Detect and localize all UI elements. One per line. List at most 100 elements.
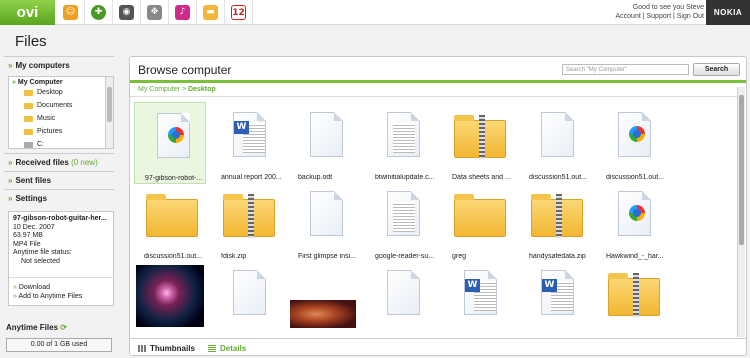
file-tile[interactable]	[596, 260, 668, 337]
breadcrumb: My Computer > Desktop	[138, 86, 216, 93]
files-icon[interactable]: ▬	[197, 0, 225, 25]
detail-status-value: Not selected	[21, 257, 60, 265]
download-link[interactable]: Download	[13, 284, 82, 293]
detail-filename: 97-gibson-robot-guitar-her...	[13, 215, 107, 222]
grid-scrollbar[interactable]	[737, 87, 745, 337]
zip-folder-icon	[608, 273, 660, 317]
details-view-button[interactable]: Details	[208, 344, 246, 353]
ovi-logo[interactable]: ovi	[0, 0, 55, 25]
folder-icon	[24, 115, 33, 122]
panel-title: Browse computer	[138, 63, 232, 77]
file-tile[interactable]: Hawkwind_-_har...	[596, 181, 668, 263]
browse-panel: Browse computer Search "My Computer" Sea…	[129, 56, 747, 356]
file-tile[interactable]: W	[442, 260, 514, 337]
file-tile[interactable]: Wannual report 200...	[211, 102, 283, 184]
search-button[interactable]: Search	[693, 63, 740, 76]
file-tile[interactable]: W	[519, 260, 591, 337]
file-name: Data sheets and ...	[452, 174, 511, 181]
tree-root[interactable]: » My Computer	[12, 79, 113, 86]
contacts-icon[interactable]: ☺	[57, 0, 85, 25]
file-name: backup.odt	[298, 174, 333, 181]
search-input[interactable]: Search "My Computer"	[562, 64, 689, 75]
details-icon	[208, 345, 216, 352]
music-icon[interactable]: ♪	[169, 0, 197, 25]
tree-item-documents[interactable]: Documents	[12, 99, 113, 112]
file-name: annual report 200...	[221, 174, 282, 181]
sent-files-header[interactable]: » Sent files	[4, 171, 114, 189]
file-tile[interactable]: greg	[442, 181, 514, 263]
tree-item-c-drive[interactable]: C:	[12, 138, 113, 148]
add-anytime-link[interactable]: Add to Anytime Files	[13, 293, 82, 302]
anytime-files-label: Anytime Files ⟳	[6, 323, 67, 332]
greeting-text: Good to see you Steve	[632, 4, 704, 11]
tree-item-music[interactable]: Music	[12, 112, 113, 125]
thumbnails-view-button[interactable]: Thumbnails	[138, 344, 195, 353]
tree-item-pictures[interactable]: Pictures	[12, 125, 113, 138]
file-tile[interactable]: btwinitialupdate.c...	[365, 102, 437, 184]
drive-icon	[24, 141, 33, 148]
media-file-icon	[157, 113, 190, 158]
page-title: Files	[15, 33, 47, 50]
folder-tree: » My Computer Desktop Documents Music Pi…	[8, 76, 114, 149]
games-icon[interactable]: ✥	[141, 0, 169, 25]
file-name: discussion51.out...	[144, 253, 202, 260]
image-thumbnail	[290, 300, 356, 328]
zip-folder-icon	[531, 194, 583, 238]
view-bar: Thumbnails Details	[130, 338, 746, 355]
file-tile[interactable]: backup.odt	[288, 102, 360, 184]
file-name: discussion51.out...	[529, 174, 587, 181]
file-tile[interactable]	[134, 260, 206, 337]
file-tile[interactable]: google-reader-su...	[365, 181, 437, 263]
media-file-icon	[618, 191, 651, 236]
document-icon	[541, 112, 574, 157]
thumbnails-icon	[138, 345, 146, 352]
sign-out-link[interactable]: Sign Out	[677, 13, 704, 20]
support-link[interactable]: Support	[647, 13, 672, 20]
file-tile[interactable]: discussion51.out...	[134, 181, 206, 263]
file-tile[interactable]: 97-gibson-robot-...	[134, 102, 206, 184]
image-thumbnail	[136, 265, 204, 327]
file-name: btwinitialupdate.c...	[375, 174, 435, 181]
file-name: handysafedata.zip	[529, 253, 586, 260]
received-files-header[interactable]: » Received files (0 new)	[4, 153, 114, 171]
folder-icon	[146, 194, 198, 237]
tree-item-desktop[interactable]: Desktop	[12, 86, 113, 99]
file-name: greg	[452, 253, 467, 260]
app-launcher: ☺ ✚ ◉ ✥ ♪ ▬ 12	[57, 0, 253, 25]
sidebar: » My computers » My Computer Desktop Docu…	[4, 56, 114, 306]
file-name: fdisk.zip	[221, 253, 247, 260]
word-document-icon: W	[541, 270, 574, 315]
file-tile[interactable]: First glimpse insi...	[288, 181, 360, 263]
account-link[interactable]: Account	[615, 13, 640, 20]
settings-header[interactable]: » Settings	[4, 189, 114, 207]
file-details: 97-gibson-robot-guitar-her... 10 Dec. 20…	[8, 211, 114, 306]
file-tile[interactable]: handysafedata.zip	[519, 181, 591, 263]
breadcrumb-current: Desktop	[188, 86, 216, 93]
file-tile[interactable]: Data sheets and ...	[442, 102, 514, 184]
file-name: Hawkwind_-_har...	[606, 253, 664, 260]
word-document-icon: W	[233, 112, 266, 157]
tree-scrollbar[interactable]	[105, 77, 113, 148]
file-tile[interactable]: fdisk.zip	[211, 181, 283, 263]
calendar-icon[interactable]: 12	[225, 0, 253, 25]
my-computers-header[interactable]: » My computers	[4, 56, 114, 74]
folder-icon	[24, 128, 33, 135]
file-name: discussion51.out...	[606, 174, 664, 181]
file-name: First glimpse insi...	[298, 253, 356, 260]
breadcrumb-root[interactable]: My Computer	[138, 86, 180, 93]
file-tile[interactable]	[211, 260, 283, 337]
greeting-area: Good to see you Steve Account | Support …	[615, 4, 704, 20]
text-document-icon	[387, 112, 420, 157]
zip-folder-icon	[223, 194, 275, 238]
file-tile[interactable]	[365, 260, 437, 337]
file-name: google-reader-su...	[375, 253, 435, 260]
camera-icon[interactable]: ◉	[113, 0, 141, 25]
file-tile[interactable]: discussion51.out...	[596, 102, 668, 184]
detail-size: 63.97 MB	[13, 232, 43, 239]
nokia-logo: NOKIA	[706, 0, 750, 25]
globe-icon[interactable]: ✚	[85, 0, 113, 25]
document-icon	[310, 191, 343, 236]
folder-icon	[454, 194, 506, 237]
file-tile[interactable]	[288, 260, 360, 337]
file-tile[interactable]: discussion51.out...	[519, 102, 591, 184]
